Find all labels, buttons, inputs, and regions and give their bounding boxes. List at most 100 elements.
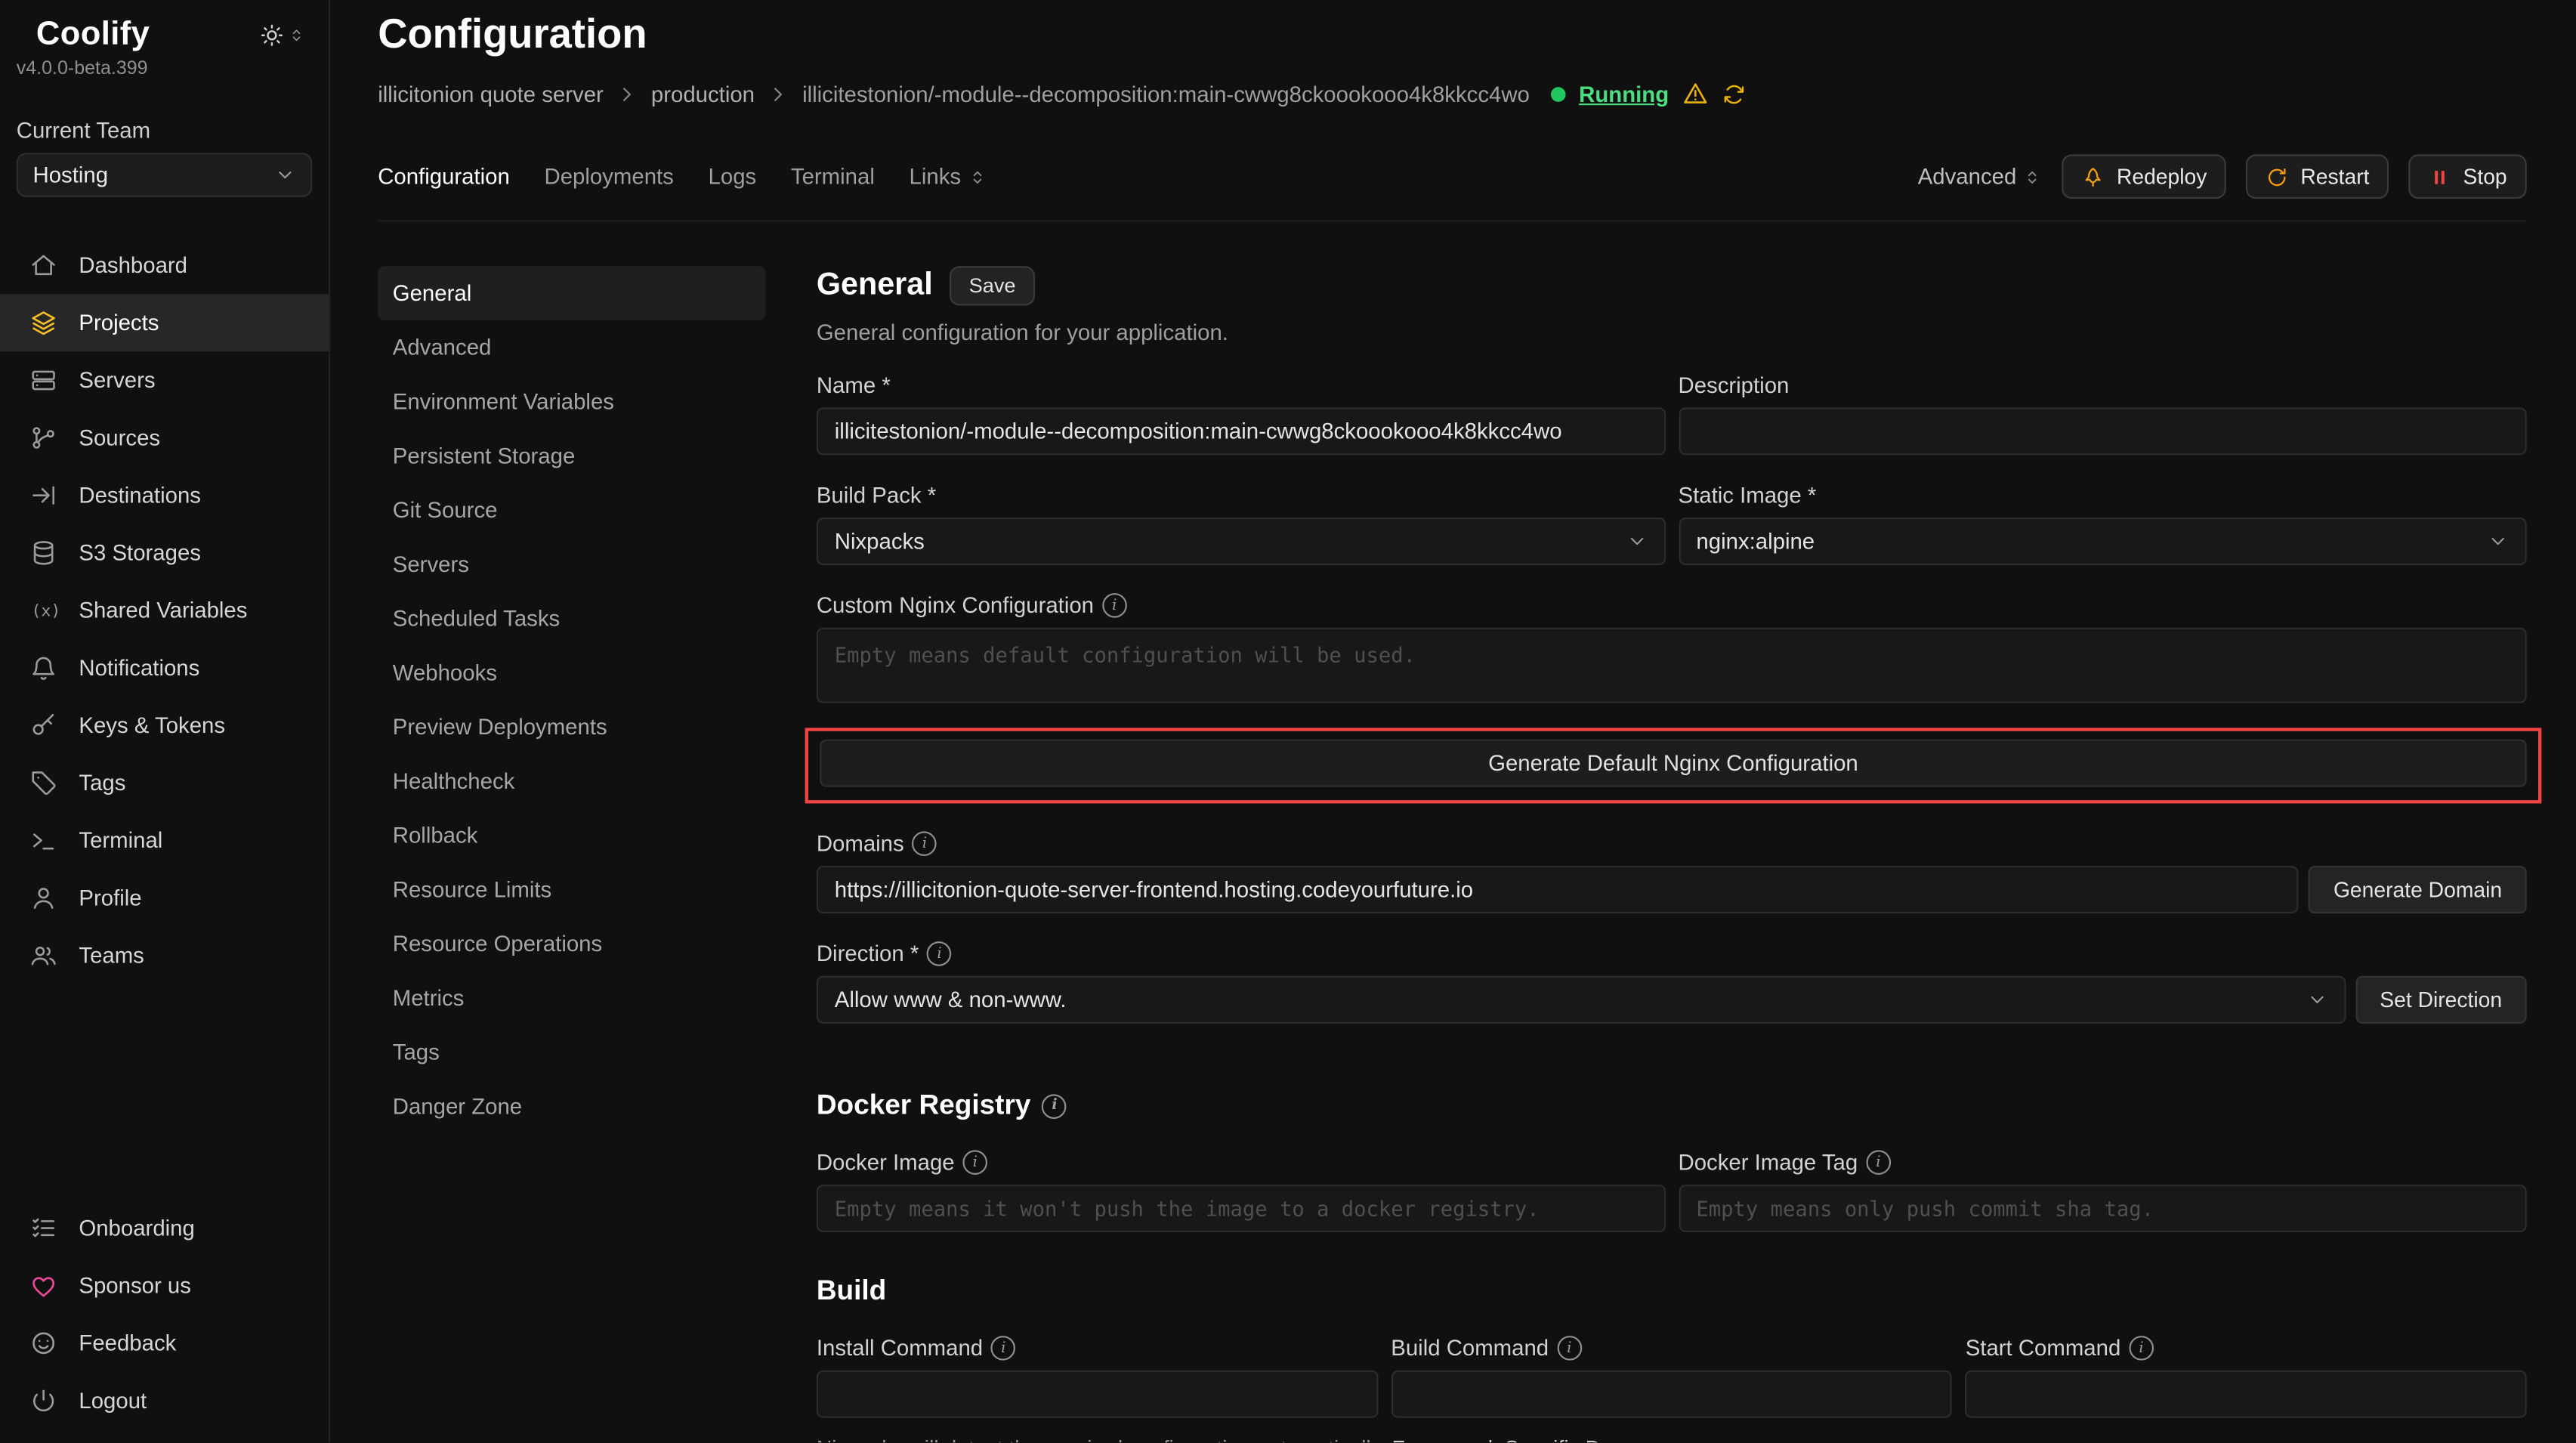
config-nav-webhooks[interactable]: Webhooks [378, 646, 765, 700]
warning-icon[interactable] [1682, 81, 1709, 107]
config-nav-environment-variables[interactable]: Environment Variables [378, 375, 765, 429]
info-icon[interactable]: i [1042, 1093, 1067, 1118]
sidebar-item-teams[interactable]: Teams [0, 927, 329, 984]
sidebar-item-projects[interactable]: Projects [0, 294, 329, 351]
config-nav-resource-limits[interactable]: Resource Limits [378, 863, 765, 917]
sidebar-item-s3-storages[interactable]: S3 Storages [0, 524, 329, 582]
advanced-label: Advanced [1918, 164, 2017, 189]
advanced-dropdown[interactable]: Advanced [1918, 164, 2043, 189]
info-icon[interactable]: i [1102, 593, 1127, 618]
static-image-select[interactable]: nginx:alpine [1678, 518, 2526, 565]
config-nav-resource-operations[interactable]: Resource Operations [378, 917, 765, 972]
rocket-icon [2082, 165, 2105, 188]
sidebar-item-terminal[interactable]: Terminal [0, 811, 329, 869]
redeploy-button[interactable]: Redeploy [2062, 154, 2226, 199]
chevron-right-icon [616, 83, 638, 104]
config-nav-danger-zone[interactable]: Danger Zone [378, 1080, 765, 1134]
status-badge[interactable]: Running [1579, 82, 1669, 107]
info-icon[interactable]: i [962, 1150, 987, 1175]
config-nav-advanced[interactable]: Advanced [378, 320, 765, 375]
sidebar-item-sponsor-us[interactable]: Sponsor us [0, 1258, 329, 1315]
svg-text:(x): (x) [31, 602, 57, 621]
breadcrumb-application[interactable]: illicitestonion/-module--decomposition:m… [802, 82, 1530, 107]
docker-image-tag-label: Docker Image Tag [1678, 1150, 1858, 1175]
direction-select[interactable]: Allow www & non-www. [817, 976, 2346, 1024]
domains-input[interactable] [817, 866, 2299, 913]
sidebar-item-destinations[interactable]: Destinations [0, 467, 329, 524]
config-nav-metrics[interactable]: Metrics [378, 971, 765, 1025]
config-nav-general[interactable]: General [378, 266, 765, 320]
description-input[interactable] [1678, 407, 2526, 455]
refresh-status-icon[interactable] [1722, 82, 1747, 107]
tab-links[interactable]: Links [910, 164, 987, 189]
start-command-input[interactable] [1966, 1370, 2527, 1418]
set-direction-button[interactable]: Set Direction [2355, 976, 2527, 1024]
sidebar-item-shared-variables[interactable]: (x)Shared Variables [0, 582, 329, 639]
theme-toggle[interactable] [260, 23, 306, 48]
tab-label: Links [910, 164, 962, 189]
info-icon[interactable]: i [927, 941, 952, 966]
config-nav-healthcheck[interactable]: Healthcheck [378, 754, 765, 808]
docker-image-tag-input[interactable] [1678, 1185, 2526, 1232]
sidebar-item-dashboard[interactable]: Dashboard [0, 236, 329, 294]
tab-configuration[interactable]: Configuration [378, 164, 510, 189]
tab-logs[interactable]: Logs [709, 164, 757, 189]
domains-field: Domains i Generate Domain [817, 831, 2527, 913]
sidebar-item-label: Terminal [79, 828, 162, 853]
restart-icon [2266, 165, 2289, 188]
name-input[interactable] [817, 407, 1665, 455]
sidebar-item-keys-tokens[interactable]: Keys & Tokens [0, 697, 329, 754]
config-nav-rollback[interactable]: Rollback [378, 808, 765, 863]
tab-deployments[interactable]: Deployments [545, 164, 674, 189]
chevron-down-icon [274, 164, 295, 185]
info-icon[interactable]: i [991, 1336, 1016, 1361]
config-nav-git-source[interactable]: Git Source [378, 483, 765, 537]
config-nav-persistent-storage[interactable]: Persistent Storage [378, 429, 765, 484]
nginx-config-textarea[interactable] [817, 628, 2527, 703]
config-nav-scheduled-tasks[interactable]: Scheduled Tasks [378, 592, 765, 646]
breadcrumb-environment[interactable]: production [651, 82, 755, 107]
restart-button[interactable]: Restart [2247, 154, 2389, 199]
docker-image-field: Docker Image i [817, 1122, 1665, 1232]
nginx-config-field: Custom Nginx Configuration i [817, 593, 2527, 712]
sidebar-item-profile[interactable]: Profile [0, 869, 329, 926]
tab-terminal[interactable]: Terminal [791, 164, 875, 189]
build-pack-select[interactable]: Nixpacks [817, 518, 1665, 565]
sidebar-item-notifications[interactable]: Notifications [0, 639, 329, 697]
sidebar-item-label: Feedback [79, 1331, 176, 1356]
info-icon[interactable]: i [1866, 1150, 1891, 1175]
chevron-down-icon [1626, 530, 1647, 552]
install-command-input[interactable] [817, 1370, 1378, 1418]
app-version: v4.0.0-beta.399 [0, 54, 329, 79]
info-icon[interactable]: i [913, 831, 937, 856]
info-icon[interactable]: i [2129, 1336, 2154, 1361]
team-select[interactable]: Hosting [17, 153, 312, 197]
sidebar-item-feedback[interactable]: Feedback [0, 1315, 329, 1373]
build-command-input[interactable] [1391, 1370, 1952, 1418]
breadcrumb-project[interactable]: illicitonion quote server [378, 82, 604, 107]
stop-button[interactable]: Stop [2409, 154, 2527, 199]
sidebar-item-tags[interactable]: Tags [0, 754, 329, 811]
checklist-icon [29, 1215, 57, 1243]
save-button[interactable]: Save [949, 266, 1035, 305]
info-icon[interactable]: i [1557, 1336, 1582, 1361]
sidebar-item-logout[interactable]: Logout [0, 1373, 329, 1430]
docker-image-input[interactable] [817, 1185, 1665, 1232]
user-icon [29, 884, 57, 912]
config-nav-servers[interactable]: Servers [378, 537, 765, 592]
sidebar-item-onboarding[interactable]: Onboarding [0, 1200, 329, 1257]
tab-bar: Configuration Deployments Logs Terminal Link… [378, 154, 2527, 221]
chevron-down-icon [2306, 989, 2327, 1010]
sidebar-item-label: Sources [79, 425, 160, 450]
sidebar-item-servers[interactable]: Servers [0, 351, 329, 409]
sidebar-item-label: Notifications [79, 656, 199, 681]
config-nav-tags[interactable]: Tags [378, 1025, 765, 1080]
sidebar-item-sources[interactable]: Sources [0, 409, 329, 467]
framework-docs-link[interactable]: Framework Specific Docs [1392, 1436, 1635, 1443]
generate-nginx-config-button[interactable]: Generate Default Nginx Configuration [820, 740, 2527, 787]
tag-icon [29, 769, 57, 797]
static-image-value: nginx:alpine [1696, 529, 1815, 554]
build-pack-label: Build Pack * [817, 483, 936, 508]
config-nav-preview-deployments[interactable]: Preview Deployments [378, 700, 765, 754]
generate-domain-button[interactable]: Generate Domain [2309, 866, 2526, 913]
